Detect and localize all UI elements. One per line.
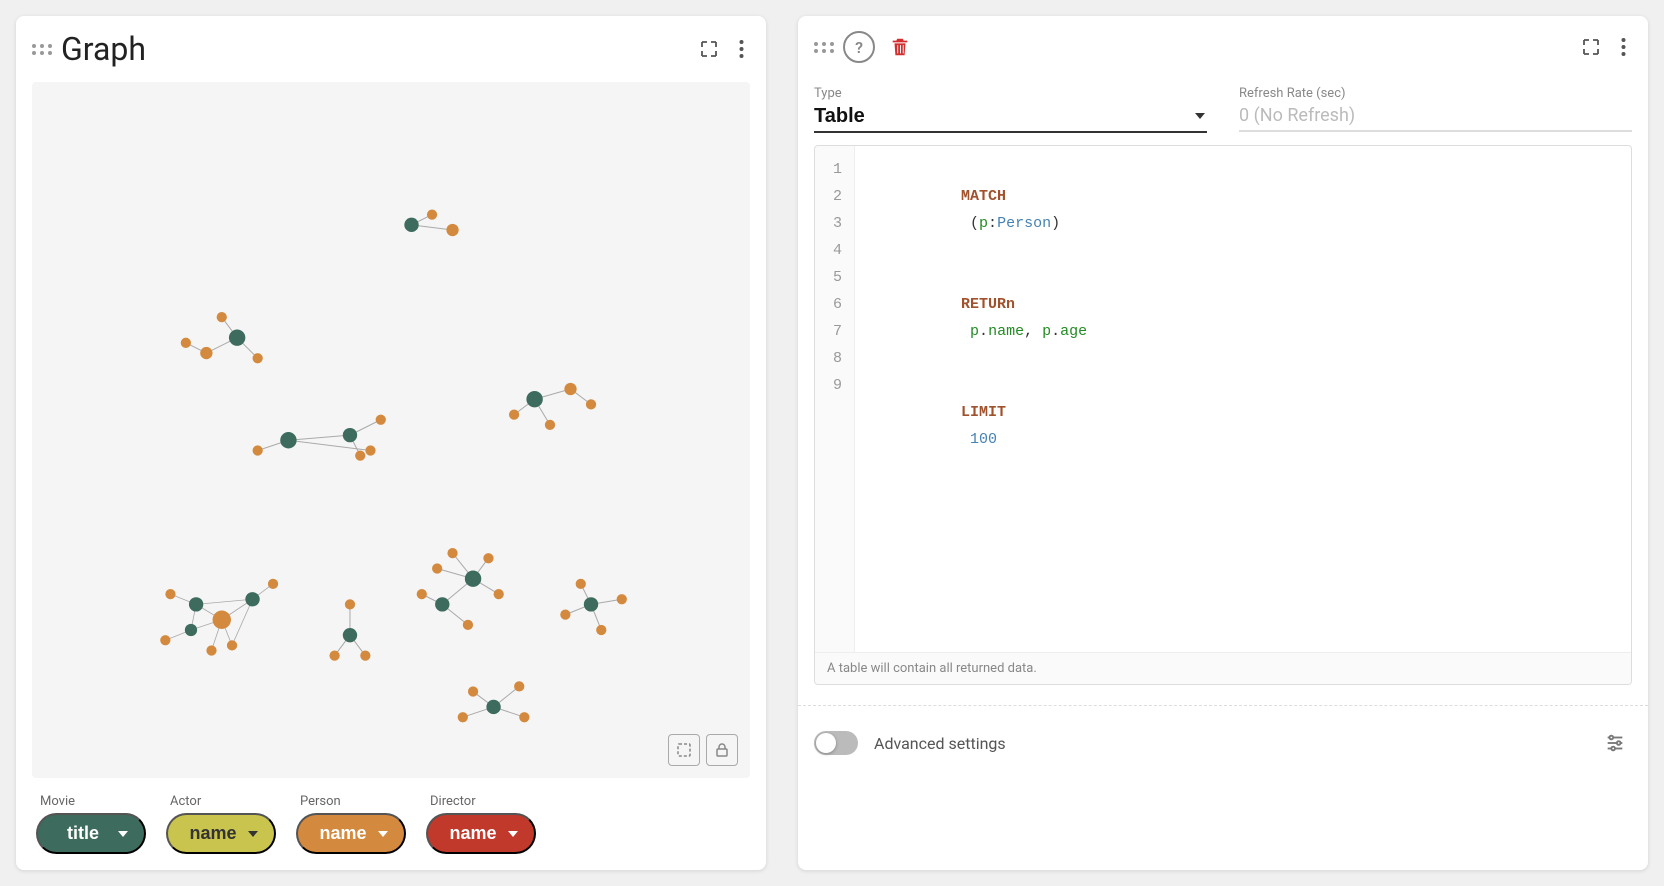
more-options-button[interactable] bbox=[733, 33, 750, 65]
legend-pill-person[interactable]: name bbox=[296, 813, 406, 854]
help-button[interactable]: ? bbox=[843, 31, 875, 63]
more-options-right-button[interactable] bbox=[1615, 31, 1632, 63]
graph-svg bbox=[32, 82, 750, 778]
code-line-2: RETURn p.name, p.age bbox=[871, 264, 1615, 372]
type-label: Type bbox=[814, 86, 1207, 101]
chevron-down-icon bbox=[378, 831, 388, 837]
sliders-button[interactable] bbox=[1598, 726, 1632, 760]
lock-tool-button[interactable] bbox=[706, 734, 738, 766]
toggle-knob bbox=[816, 733, 836, 753]
settings-divider bbox=[798, 705, 1648, 706]
advanced-settings-row: Advanced settings bbox=[798, 714, 1648, 772]
chevron-down-icon bbox=[508, 831, 518, 837]
chevron-down-icon bbox=[248, 831, 258, 837]
advanced-settings-toggle[interactable] bbox=[814, 731, 858, 755]
legend-item-actor: Actor name bbox=[166, 794, 276, 854]
right-panel: ? Type Table Graph bbox=[798, 16, 1648, 870]
legend: Movie title Actor name Person name Direc… bbox=[16, 778, 766, 870]
legend-category-person: Person bbox=[300, 794, 341, 809]
code-content: 1 2 3 4 5 6 7 8 9 MATCH (p:Person) RETUR… bbox=[815, 146, 1631, 652]
code-editor[interactable]: 1 2 3 4 5 6 7 8 9 MATCH (p:Person) RETUR… bbox=[814, 145, 1632, 685]
legend-pill-director[interactable]: name bbox=[426, 813, 536, 854]
selection-tool-button[interactable] bbox=[668, 734, 700, 766]
page-title: Graph bbox=[61, 30, 685, 68]
line-numbers: 1 2 3 4 5 6 7 8 9 bbox=[815, 146, 855, 652]
header-actions bbox=[693, 33, 750, 65]
refresh-label: Refresh Rate (sec) bbox=[1239, 86, 1632, 101]
type-select[interactable]: Table Graph Text bbox=[814, 105, 1193, 127]
type-group: Type Table Graph Text bbox=[814, 86, 1207, 133]
legend-category-actor: Actor bbox=[170, 794, 201, 809]
legend-item-director: Director name bbox=[426, 794, 536, 854]
type-select-wrapper: Table Graph Text bbox=[814, 105, 1207, 133]
code-line-6 bbox=[871, 534, 1615, 561]
settings-row: Type Table Graph Text Refresh Rate (sec)… bbox=[798, 78, 1648, 133]
fullscreen-right-button[interactable] bbox=[1575, 31, 1607, 63]
graph-canvas-area[interactable] bbox=[32, 82, 750, 778]
fullscreen-button[interactable] bbox=[693, 33, 725, 65]
advanced-settings-label: Advanced settings bbox=[874, 734, 1582, 753]
code-line-4 bbox=[871, 480, 1615, 507]
legend-pill-movie[interactable]: title bbox=[36, 813, 146, 854]
drag-handle-icon[interactable] bbox=[32, 44, 53, 55]
refresh-group: Refresh Rate (sec) 0 (No Refresh) bbox=[1239, 86, 1632, 133]
code-line-1: MATCH (p:Person) bbox=[871, 156, 1615, 264]
type-dropdown-icon bbox=[1193, 109, 1207, 123]
legend-item-person: Person name bbox=[296, 794, 406, 854]
legend-pill-actor[interactable]: name bbox=[166, 813, 276, 854]
legend-pill-director-text: name bbox=[444, 823, 502, 844]
chevron-down-icon bbox=[118, 831, 128, 837]
legend-category-director: Director bbox=[430, 794, 476, 809]
code-line-9 bbox=[871, 615, 1615, 642]
drag-handle-icon[interactable] bbox=[814, 42, 835, 53]
legend-pill-actor-text: name bbox=[184, 823, 242, 844]
left-panel: Graph bbox=[16, 16, 766, 870]
legend-pill-movie-text: title bbox=[54, 823, 112, 844]
delete-button[interactable] bbox=[883, 30, 917, 64]
code-line-5 bbox=[871, 507, 1615, 534]
right-panel-header: ? bbox=[798, 16, 1648, 78]
refresh-value: 0 (No Refresh) bbox=[1239, 105, 1632, 132]
legend-category-movie: Movie bbox=[40, 794, 75, 809]
legend-pill-person-text: name bbox=[314, 823, 372, 844]
graph-tools bbox=[668, 734, 738, 766]
code-line-7 bbox=[871, 561, 1615, 588]
code-lines[interactable]: MATCH (p:Person) RETURn p.name, p.age LI… bbox=[855, 146, 1631, 652]
legend-item-movie: Movie title bbox=[36, 794, 146, 854]
code-hint: A table will contain all returned data. bbox=[815, 652, 1631, 684]
code-line-8 bbox=[871, 588, 1615, 615]
left-panel-header: Graph bbox=[16, 16, 766, 82]
code-line-3: LIMIT 100 bbox=[871, 372, 1615, 480]
